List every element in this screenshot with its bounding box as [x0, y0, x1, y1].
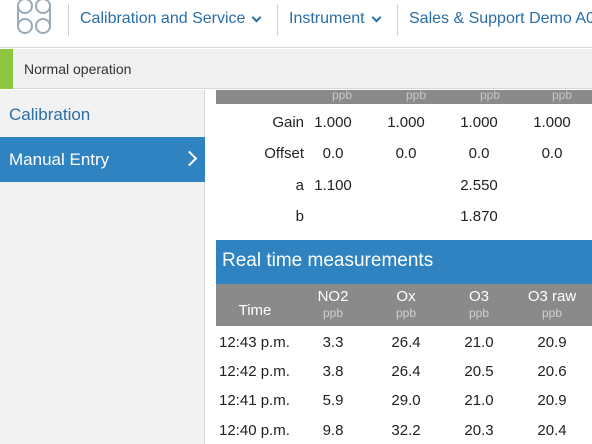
value-cell: 3.8: [322, 363, 344, 380]
table-row: 12:40 p.m. 9.8 32.2 20.3 20.4: [216, 416, 592, 444]
column-unit: ppb: [395, 306, 417, 320]
gain-value[interactable]: 1.000: [298, 114, 368, 131]
offset-value[interactable]: 0.0: [517, 145, 587, 162]
time-cell: 12:43 p.m.: [219, 334, 290, 351]
status-bar: Normal operation: [0, 49, 592, 89]
sidebar-item-calibration[interactable]: Calibration: [0, 92, 205, 137]
nav-sales-support-demo[interactable]: Sales & Support Demo A0: [409, 8, 592, 30]
unit-label: ppb: [479, 90, 501, 102]
calibration-row-offset: Offset 0.0 0.0 0.0 0.0: [216, 139, 592, 169]
offset-value[interactable]: 0.0: [371, 145, 441, 162]
column-header: Ox ppb: [371, 288, 441, 320]
status-indicator: [0, 49, 13, 89]
gain-value[interactable]: 1.000: [517, 114, 587, 131]
table-header: Time NO2 ppb Ox ppb O3 ppb O3 raw ppb: [216, 284, 592, 326]
chevron-down-icon: [251, 12, 262, 22]
coefficient-a-value[interactable]: 2.550: [444, 177, 514, 194]
chevron-down-icon: [371, 12, 382, 22]
time-cell: 12:41 p.m.: [219, 392, 290, 409]
nav-item-label: Instrument: [289, 10, 365, 27]
sidebar-item-label: Calibration: [9, 104, 91, 124]
chevron-right-icon: [181, 150, 198, 167]
main-content: ppb ppb ppb ppb Gain 1.000 1.000 1.000 1…: [206, 90, 592, 444]
gain-value[interactable]: 1.000: [371, 114, 441, 131]
section-title: Real time measurements: [216, 240, 592, 284]
sidebar-item-label: Manual Entry: [9, 149, 110, 169]
unit-label: ppb: [331, 90, 353, 102]
value-cell: 26.4: [391, 363, 421, 380]
nav-divider: [277, 4, 278, 36]
value-cell: 20.9: [537, 392, 567, 409]
value-cell: 21.0: [464, 334, 494, 351]
value-cell: 20.5: [464, 363, 494, 380]
value-cell: 20.4: [537, 422, 567, 439]
column-unit: ppb: [541, 306, 563, 320]
offset-value[interactable]: 0.0: [298, 145, 368, 162]
nav-divider: [68, 4, 69, 36]
column-header: O3 ppb: [444, 288, 514, 320]
nav-item-label: Sales & Support Demo A0: [409, 10, 592, 27]
offset-value[interactable]: 0.0: [444, 145, 514, 162]
nav-instrument[interactable]: Instrument: [289, 8, 382, 30]
nav-divider: [397, 4, 398, 36]
table-row: 12:41 p.m. 5.9 29.0 21.0 20.9: [216, 386, 592, 416]
table-row: 12:42 p.m. 3.8 26.4 20.5 20.6: [216, 357, 592, 387]
row-label: b: [295, 208, 304, 225]
status-text: Normal operation: [24, 61, 132, 77]
column-name: NO2: [317, 288, 349, 305]
calibration-header-strip: ppb ppb ppb ppb: [216, 90, 592, 104]
sidebar-item-manual-entry[interactable]: Manual Entry: [0, 137, 205, 182]
value-cell: 20.3: [464, 422, 494, 439]
top-nav-bar: Calibration and Service Instrument Sales…: [0, 0, 592, 48]
app-logo-icon[interactable]: [14, 0, 62, 40]
calibration-row-gain: Gain 1.000 1.000 1.000 1.000: [216, 108, 592, 138]
value-cell: 29.0: [391, 392, 421, 409]
sidebar: Calibration Manual Entry: [0, 90, 205, 444]
column-unit: ppb: [322, 306, 344, 320]
column-header-time: Time: [238, 302, 272, 319]
column-unit: ppb: [468, 306, 490, 320]
unit-label: ppb: [405, 90, 427, 102]
nav-item-label: Calibration and Service: [80, 10, 246, 27]
time-cell: 12:42 p.m.: [219, 363, 290, 380]
gain-value[interactable]: 1.000: [444, 114, 514, 131]
value-cell: 20.9: [537, 334, 567, 351]
value-cell: 32.2: [391, 422, 421, 439]
column-name: Ox: [396, 288, 416, 305]
calibration-row-b: b 1.870: [216, 202, 592, 232]
column-header: O3 raw ppb: [517, 288, 587, 320]
unit-label: ppb: [551, 90, 573, 102]
value-cell: 3.3: [322, 334, 344, 351]
column-name: O3 raw: [527, 288, 577, 305]
value-cell: 9.8: [322, 422, 344, 439]
calibration-row-a: a 1.100 2.550: [216, 171, 592, 201]
time-cell: 12:40 p.m.: [219, 422, 290, 439]
nav-calibration-and-service[interactable]: Calibration and Service: [80, 8, 262, 30]
coefficient-b-value[interactable]: 1.870: [444, 208, 514, 225]
value-cell: 21.0: [464, 392, 494, 409]
column-header: NO2 ppb: [298, 288, 368, 320]
coefficient-a-value[interactable]: 1.100: [298, 177, 368, 194]
table-row: 12:43 p.m. 3.3 26.4 21.0 20.9: [216, 328, 592, 358]
column-name: O3: [468, 288, 489, 305]
value-cell: 26.4: [391, 334, 421, 351]
value-cell: 20.6: [537, 363, 567, 380]
value-cell: 5.9: [322, 392, 344, 409]
